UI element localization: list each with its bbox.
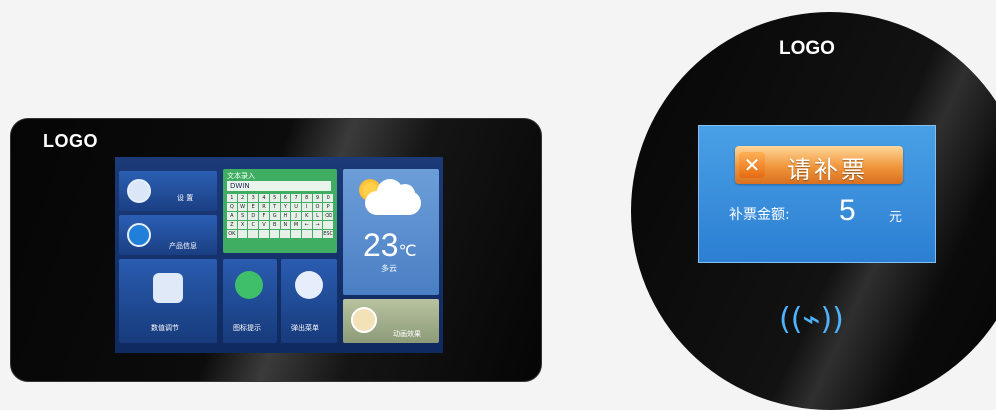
temperature-unit: ℃ [398, 243, 417, 260]
amount-value: 5 [839, 194, 856, 227]
keyboard-key[interactable]: H [280, 212, 291, 220]
animation-label: 动画效果 [393, 330, 421, 338]
product-info-label: 产品信息 [169, 242, 197, 250]
amount-label: 补票金额: [729, 207, 790, 223]
keyboard-text-field[interactable]: DWIN [227, 181, 331, 191]
contactless-icon: ((⌁)) [779, 302, 844, 337]
keyboard-key[interactable]: K [301, 212, 312, 220]
icon-tip-tile[interactable]: 图标提示 [223, 259, 277, 343]
keyboard-key[interactable]: F [259, 212, 269, 220]
weather-tile: 23℃ 多云 [343, 169, 439, 295]
keyboard-key[interactable]: W [237, 203, 248, 211]
info-icon [127, 223, 151, 247]
ticket-banner: ✕ 请补票 [735, 146, 903, 184]
icon-tip-label: 图标提示 [233, 324, 261, 332]
round-device-logo: LOGO [779, 38, 835, 59]
rect-device-logo: LOGO [43, 131, 98, 151]
keyboard-key[interactable] [237, 230, 248, 238]
keyboard-key[interactable] [291, 230, 301, 238]
keyboard-key[interactable]: → [312, 221, 323, 229]
layers-icon [295, 271, 323, 299]
keyboard-key[interactable]: U [291, 203, 301, 211]
weather-condition: 多云 [381, 264, 397, 273]
keyboard-row: QWERTYUIOP [227, 203, 334, 211]
keyboard-key[interactable]: ← [301, 221, 312, 229]
keyboard-key[interactable]: Q [227, 203, 237, 211]
keyboard-key[interactable] [269, 230, 280, 238]
keyboard-key[interactable]: A [227, 212, 237, 220]
keyboard-key[interactable] [312, 230, 323, 238]
keyboard-key[interactable]: C [248, 221, 259, 229]
keyboard-key[interactable]: Y [280, 203, 291, 211]
keyboard-key[interactable]: D [248, 212, 259, 220]
keyboard-key[interactable]: X [237, 221, 248, 229]
keyboard-key[interactable]: OK [227, 230, 237, 238]
ticket-title: 请补票 [787, 156, 868, 184]
keyboard-key[interactable]: ⌫ [323, 212, 334, 220]
rectangular-display-device: LOGO 设 置 产品信息 数值调节 文本录入 DWIN 1234567890Q… [10, 118, 542, 382]
settings-label: 设 置 [177, 194, 194, 202]
keyboard-key[interactable] [323, 221, 334, 229]
value-adjust-tile[interactable]: 数值调节 [119, 259, 217, 343]
keyboard-key[interactable]: 7 [291, 194, 301, 202]
keyboard-key[interactable]: I [301, 203, 312, 211]
keyboard-key[interactable]: V [259, 221, 269, 229]
temperature: 23℃ [363, 227, 417, 264]
keyboard-title: 文本录入 [227, 172, 255, 180]
animation-icon [351, 307, 377, 333]
keyboard-key[interactable]: 8 [301, 194, 312, 202]
keyboard-key[interactable]: O [312, 203, 323, 211]
keyboard-keys: 1 2 3 4 5 6 7 8 9 0 Q W E R T Y U I O P A S D F G H J K L ⌫ Z X C V B N M ← → O… [227, 194, 334, 239]
keyboard-key[interactable]: 3 [248, 194, 259, 202]
close-icon[interactable]: ✕ [739, 152, 765, 178]
keyboard-key[interactable] [248, 230, 259, 238]
keyboard-key[interactable]: E [248, 203, 259, 211]
value-adjust-label: 数值调节 [151, 324, 179, 332]
keyboard-key[interactable]: S [237, 212, 248, 220]
gear-icon [127, 179, 151, 203]
cloud-icon [365, 179, 421, 215]
text-input-keyboard-tile: 文本录入 DWIN 1 2 3 4 5 6 7 8 9 0 Q W E R T Y U I O P A S D F G H J K L ⌫… [223, 169, 337, 253]
temperature-value: 23 [363, 227, 399, 263]
keyboard-key[interactable]: N [280, 221, 291, 229]
icon-tip-icon [235, 271, 263, 299]
keyboard-key[interactable]: 2 [237, 194, 248, 202]
keyboard-row: 1234567890 [227, 194, 334, 202]
keyboard-key[interactable] [301, 230, 312, 238]
keyboard-key[interactable]: 4 [259, 194, 269, 202]
keyboard-key[interactable]: 5 [269, 194, 280, 202]
popup-menu-tile[interactable]: 弹出菜单 [281, 259, 337, 343]
keyboard-key[interactable]: 9 [312, 194, 323, 202]
popup-menu-label: 弹出菜单 [291, 324, 319, 332]
keyboard-key[interactable]: J [291, 212, 301, 220]
sliders-icon [153, 273, 183, 303]
keyboard-key[interactable]: P [323, 203, 334, 211]
product-info-tile[interactable]: 产品信息 [119, 215, 217, 255]
rect-device-screen: 设 置 产品信息 数值调节 文本录入 DWIN 1234567890QWERTY… [115, 157, 443, 353]
keyboard-key[interactable]: 1 [227, 194, 237, 202]
keyboard-key[interactable]: T [269, 203, 280, 211]
round-display-device: LOGO ✕ 请补票 补票金额: 5 元 ((⌁)) [631, 12, 996, 410]
keyboard-key[interactable]: 0 [323, 194, 334, 202]
keyboard-key[interactable] [280, 230, 291, 238]
animation-tile[interactable]: 动画效果 [343, 299, 439, 343]
keyboard-key[interactable]: B [269, 221, 280, 229]
keyboard-key[interactable]: 6 [280, 194, 291, 202]
keyboard-key[interactable]: Z [227, 221, 237, 229]
keyboard-row: OK ESC [227, 230, 334, 238]
keyboard-key[interactable]: G [269, 212, 280, 220]
settings-tile[interactable]: 设 置 [119, 171, 217, 211]
amount-unit: 元 [889, 210, 903, 225]
keyboard-key[interactable]: L [312, 212, 323, 220]
keyboard-key[interactable]: M [291, 221, 301, 229]
keyboard-key[interactable] [259, 230, 269, 238]
keyboard-row: A S D F G H J K L ⌫ [227, 212, 334, 220]
keyboard-key[interactable]: ESC [323, 230, 334, 238]
keyboard-row: Z X C V B N M ← → [227, 221, 334, 229]
keyboard-key[interactable]: R [259, 203, 269, 211]
ticket-screen: ✕ 请补票 补票金额: 5 元 [698, 125, 936, 263]
